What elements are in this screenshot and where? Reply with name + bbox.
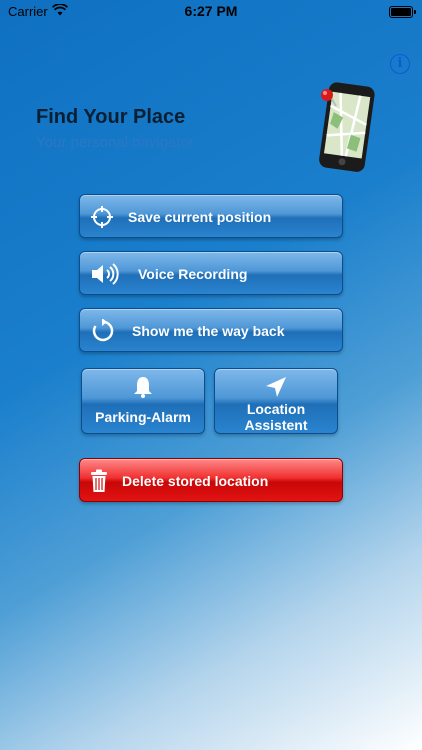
location-assistent-label-2: Assistent <box>244 417 308 433</box>
speaker-icon <box>92 263 119 285</box>
trash-icon <box>91 469 107 492</box>
location-assistent-button[interactable]: Location Assistent <box>214 368 338 434</box>
voice-recording-button[interactable]: Voice Recording <box>79 251 343 295</box>
delete-location-button[interactable]: Delete stored location <box>79 458 343 502</box>
save-position-button[interactable]: Save current position <box>79 194 343 238</box>
way-back-button[interactable]: Show me the way back <box>79 308 343 352</box>
status-bar: Carrier 6:27 PM <box>0 0 422 24</box>
info-icon[interactable]: i <box>390 54 410 74</box>
app-title: Find Your Place <box>36 106 186 128</box>
app-subtitle: Your personal navigator <box>36 134 194 151</box>
location-assistent-label-1: Location <box>246 401 306 417</box>
crosshair-icon <box>91 206 113 228</box>
way-back-label: Show me the way back <box>132 323 285 339</box>
navigation-arrow-icon <box>266 377 286 397</box>
phone-map-icon <box>319 82 375 172</box>
bell-icon <box>134 377 152 398</box>
parking-alarm-button[interactable]: Parking-Alarm <box>81 368 205 434</box>
status-time: 6:27 PM <box>184 3 238 19</box>
delete-location-label: Delete stored location <box>122 473 269 489</box>
save-position-label: Save current position <box>128 209 272 225</box>
parking-alarm-label: Parking-Alarm <box>95 409 191 425</box>
refresh-icon <box>92 319 114 342</box>
voice-recording-label: Voice Recording <box>138 266 248 282</box>
battery-icon <box>389 6 416 18</box>
